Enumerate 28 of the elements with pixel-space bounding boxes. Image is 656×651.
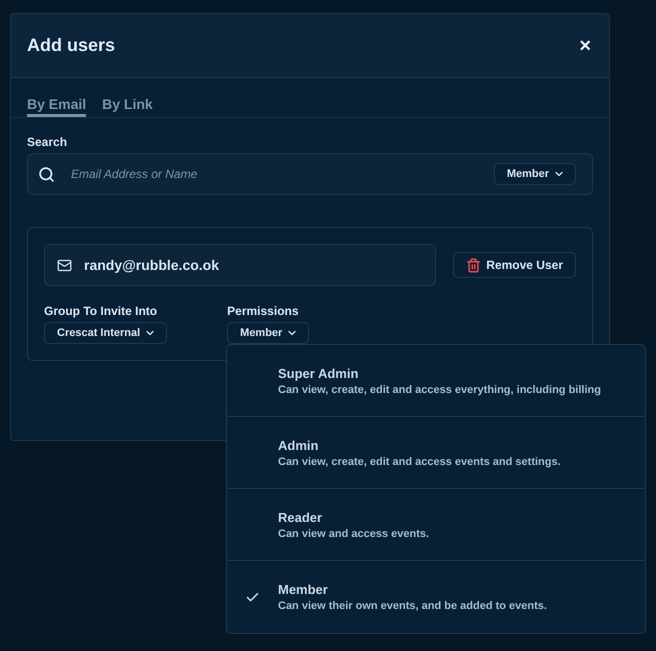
role-description: Can view, create, edit and access events and settings.: [278, 456, 561, 468]
role-dropdown[interactable]: Member: [494, 163, 576, 185]
menu-item[interactable]: Super Admin Can view, create, edit and access everything, including billing: [227, 345, 645, 417]
email-field[interactable]: randy@rubble.co.ok: [44, 244, 436, 286]
role-description: Can view and access events.: [278, 528, 430, 540]
group-dropdown[interactable]: Crescat Internal: [44, 322, 168, 344]
trash-icon: [466, 258, 482, 272]
remove-user-button[interactable]: Remove User: [453, 252, 576, 278]
permissions-dropdown[interactable]: Member: [227, 322, 310, 344]
permissions-label: Permissions: [227, 304, 300, 318]
menu-item[interactable]: Admin Can view, create, edit and access events and settings.: [227, 417, 645, 489]
role-description: Can view, create, edit and access everything, including billing: [278, 384, 601, 396]
close-button[interactable]: ×: [579, 36, 591, 56]
group-label: Group To Invite Into: [44, 304, 158, 318]
search-icon: [38, 166, 55, 182]
role-name: Reader: [278, 510, 324, 524]
tab[interactable]: By Link: [102, 96, 153, 117]
search-field[interactable]: Email Address or Name Member: [27, 153, 593, 195]
role-name: Admin: [278, 438, 320, 452]
menu-item[interactable]: Reader Can view and access events.: [227, 489, 645, 561]
role-name: Super Admin: [278, 366, 360, 380]
role-description: Can view their own events, and be added to events.: [278, 600, 547, 612]
menu-item[interactable]: Member Can view their own events, and be added to events.: [227, 561, 645, 633]
role-name: Member: [278, 582, 329, 597]
search-label: Search: [27, 135, 68, 149]
mail-icon: [57, 258, 72, 272]
dialog-title: Add users: [27, 35, 116, 56]
tab[interactable]: By Email: [27, 96, 86, 117]
